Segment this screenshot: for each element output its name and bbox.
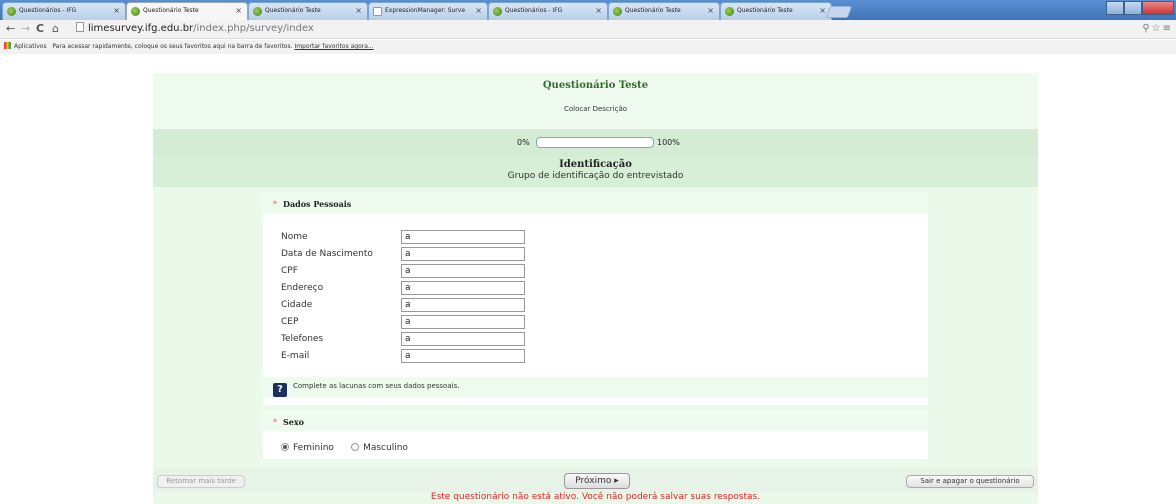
tab-expressionmanager[interactable]: ExpressionManager: Surve ×	[368, 2, 488, 20]
import-bookmarks-link[interactable]: Importar favoritos agora...	[294, 43, 373, 50]
progress-bar	[536, 137, 654, 148]
survey-title: Questionário Teste	[542, 80, 649, 91]
radio-button[interactable]	[351, 443, 360, 451]
limesurvey-icon	[131, 7, 140, 16]
window-controls	[1106, 1, 1174, 15]
limesurvey-icon	[613, 7, 622, 16]
address-domain: limesurvey.ifg.edu.br	[88, 23, 194, 34]
field-label: E-mail	[281, 351, 310, 361]
tab-questionario-teste-active[interactable]: Questionário Teste ×	[126, 2, 248, 20]
new-tab-button[interactable]	[825, 6, 853, 18]
survey-description: Colocar Descrição	[563, 105, 628, 113]
reload-icon[interactable]: C	[36, 23, 44, 35]
cep-input[interactable]	[401, 315, 525, 329]
progress-min-label: 0%	[517, 138, 530, 147]
group-description: Grupo de identificação do entrevistado	[507, 171, 684, 181]
tab-questionarios-2[interactable]: Questionários - IFG ×	[488, 2, 608, 20]
browser-tab-bar: Questionários - IFG × Questionário Teste…	[0, 0, 1176, 20]
tab-title: Questionário Teste	[265, 7, 321, 14]
question-title: Sexo	[283, 417, 304, 427]
limesurvey-icon	[725, 7, 734, 16]
inactive-warning: Este questionário não está ativo. Você n…	[430, 492, 761, 502]
endereco-input[interactable]	[401, 281, 525, 295]
apps-link[interactable]: Aplicativos	[14, 43, 47, 50]
radio-label: Feminino	[293, 443, 334, 453]
question-title: Dados Pessoais	[283, 199, 352, 209]
field-label: Telefones	[281, 334, 324, 344]
field-label: Cidade	[281, 300, 313, 310]
home-icon[interactable]: ⌂	[52, 23, 59, 35]
group-header: Identificação Grupo de identificação do …	[153, 157, 1038, 187]
question-header: * Sexo	[263, 411, 928, 431]
window-close-button[interactable]	[1142, 1, 1174, 15]
field-label: CPF	[281, 266, 298, 276]
field-label: Nome	[281, 232, 308, 242]
forward-icon[interactable]: →	[21, 23, 30, 35]
address-bar[interactable]: limesurvey.ifg.edu.br/index.php/survey/i…	[72, 22, 1152, 37]
address-path: /index.php/survey/index	[193, 23, 314, 34]
data-nascimento-input[interactable]	[401, 247, 525, 261]
field-label: Data de Nascimento	[281, 249, 373, 259]
limesurvey-icon	[253, 7, 262, 16]
field-label: CEP	[281, 317, 299, 327]
group-title: Identificação	[559, 159, 632, 170]
close-icon[interactable]: ×	[475, 6, 482, 15]
tab-questionario-teste-3[interactable]: Questionário Teste ×	[608, 2, 720, 20]
progress-section: 0% 100%	[153, 129, 1038, 157]
bookmarks-hint: Para acessar rapidamente, coloque os seu…	[52, 43, 293, 50]
telefones-input[interactable]	[401, 332, 525, 346]
radio-option-feminino[interactable]: Feminino	[281, 443, 334, 453]
survey-container: Questionário Teste Colocar Descrição 0% …	[153, 73, 1038, 504]
tab-questionarios-1[interactable]: Questionários - IFG ×	[2, 2, 126, 20]
tab-title: Questionário Teste	[625, 7, 681, 14]
maximize-button[interactable]	[1124, 1, 1142, 15]
cpf-input[interactable]	[401, 264, 525, 278]
help-icon: ?	[273, 383, 287, 397]
close-icon[interactable]: ×	[355, 6, 362, 15]
radio-label: Masculino	[363, 443, 408, 453]
close-icon[interactable]: ×	[113, 6, 120, 15]
survey-header: Questionário Teste Colocar Descrição	[153, 73, 1038, 129]
back-icon[interactable]: ←	[6, 23, 15, 35]
close-icon[interactable]: ×	[235, 6, 242, 15]
email-input[interactable]	[401, 349, 525, 363]
limesurvey-icon	[493, 7, 502, 16]
close-icon[interactable]: ×	[819, 6, 826, 15]
bookmarks-bar: Aplicativos Para acessar rapidamente, co…	[0, 40, 1176, 54]
close-icon[interactable]: ×	[707, 6, 714, 15]
page-icon	[76, 22, 84, 32]
help-text: Complete as lacunas com seus dados pesso…	[293, 382, 460, 390]
close-icon[interactable]: ×	[595, 6, 602, 15]
tab-title: Questionários - IFG	[19, 7, 77, 14]
exit-clear-button[interactable]: Sair e apagar o questionário	[906, 475, 1034, 488]
required-asterisk: *	[273, 418, 277, 427]
required-asterisk: *	[273, 200, 277, 209]
tab-questionario-teste-4[interactable]: Questionário Teste ×	[720, 2, 832, 20]
tab-title: ExpressionManager: Surve	[385, 7, 466, 14]
radio-group: Feminino Masculino	[281, 443, 408, 453]
limesurvey-icon	[7, 7, 16, 16]
browser-toolbar: ← → C ⌂ limesurvey.ifg.edu.br/index.php/…	[0, 20, 1176, 39]
tab-title: Questionário Teste	[737, 7, 793, 14]
resume-later-button[interactable]: Retomar mais tarde	[157, 475, 245, 488]
nome-input[interactable]	[401, 230, 525, 244]
question-header: * Dados Pessoais	[263, 193, 928, 213]
page-icon	[373, 7, 382, 16]
survey-footer: Retomar mais tarde Próximo ▸ Sair e apag…	[153, 469, 1038, 493]
apps-icon[interactable]	[4, 42, 11, 49]
progress-max-label: 100%	[657, 138, 680, 147]
cidade-input[interactable]	[401, 298, 525, 312]
next-button[interactable]: Próximo ▸	[564, 473, 630, 489]
minimize-button[interactable]	[1106, 1, 1124, 15]
question-dados-pessoais: *Dados Pessoais Nome Data de Nascimento …	[263, 193, 928, 405]
zoom-star-menu-icons[interactable]: ⚲☆≡	[1142, 23, 1173, 34]
question-help: ? Complete as lacunas com seus dados pes…	[263, 377, 928, 398]
field-label: Endereço	[281, 283, 324, 293]
tab-questionario-teste-2[interactable]: Questionário Teste ×	[248, 2, 368, 20]
tab-title: Questionário Teste	[143, 7, 199, 14]
radio-button-checked[interactable]	[281, 443, 289, 451]
question-sexo: * Sexo Feminino Masculino	[263, 411, 928, 459]
radio-option-masculino[interactable]: Masculino	[351, 443, 408, 453]
tab-title: Questionários - IFG	[505, 7, 563, 14]
